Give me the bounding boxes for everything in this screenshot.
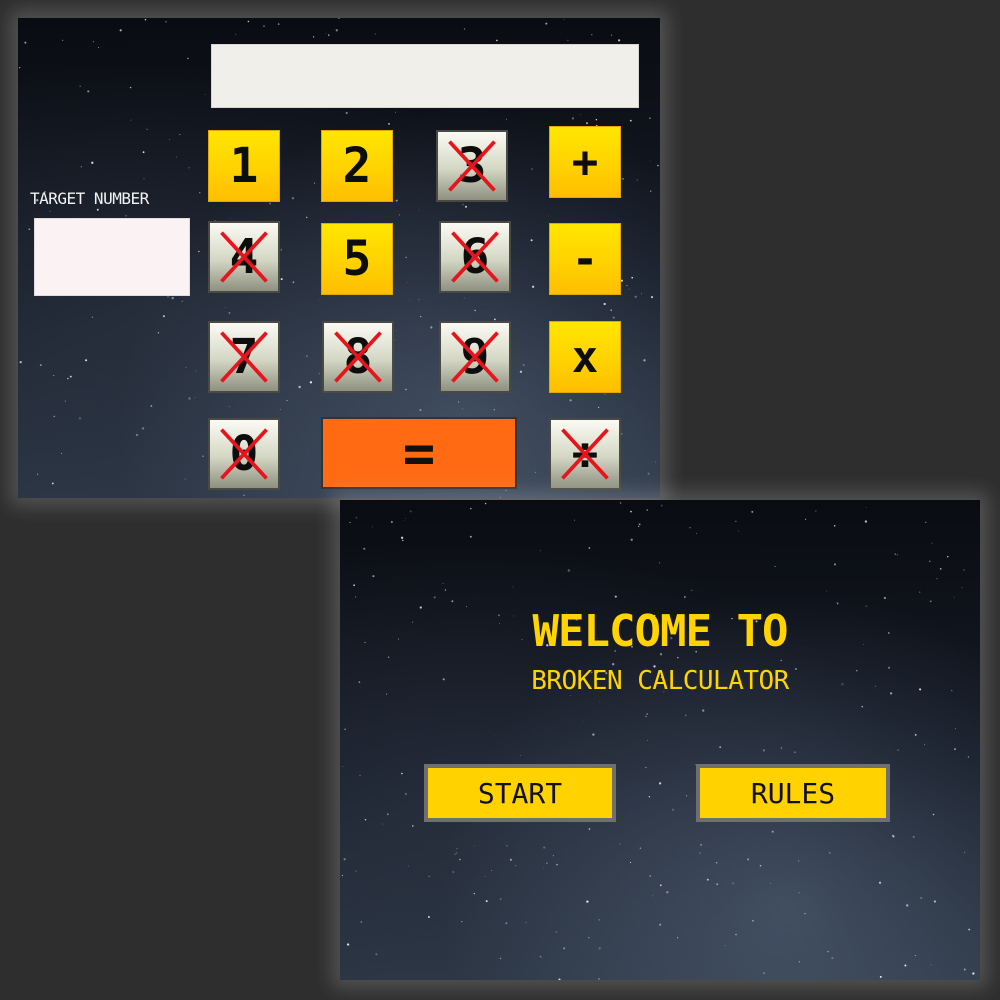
crossed-out-icon — [220, 231, 268, 283]
key-8-disabled: 8 — [322, 321, 394, 393]
key-6-disabled: 6 — [439, 221, 511, 293]
crossed-out-icon — [220, 331, 268, 383]
crossed-out-icon — [451, 331, 499, 383]
crossed-out-icon — [220, 428, 268, 480]
starfield-background — [341, 502, 975, 980]
welcome-subtitle: BROKEN CALCULATOR — [531, 666, 789, 696]
welcome-title: WELCOME TO — [532, 606, 789, 657]
crossed-out-icon — [334, 331, 382, 383]
key-minus[interactable]: - — [549, 223, 621, 295]
target-number-label: TARGET NUMBER — [30, 189, 149, 208]
key-9-disabled: 9 — [439, 321, 511, 393]
key-multiply[interactable]: x — [549, 321, 621, 393]
key-plus-label: + — [571, 136, 599, 188]
key-minus-label: - — [571, 233, 599, 285]
key-5-label: 5 — [342, 231, 372, 287]
target-number-box — [34, 218, 190, 296]
key-multiply-label: x — [571, 331, 599, 383]
key-1-label: 1 — [229, 138, 259, 194]
equals-label: = — [402, 421, 436, 485]
welcome-screen: WELCOME TO BROKEN CALCULATOR START RULES — [340, 500, 980, 980]
key-3-disabled: 3 — [436, 130, 508, 202]
key-1[interactable]: 1 — [208, 130, 280, 202]
crossed-out-icon — [448, 140, 496, 192]
key-4-disabled: 4 — [208, 221, 280, 293]
calculator-display — [211, 44, 639, 108]
key-plus[interactable]: + — [549, 126, 621, 198]
start-button[interactable]: START — [424, 764, 616, 822]
key-7-disabled: 7 — [208, 321, 280, 393]
key-divide-disabled: ÷ — [549, 418, 621, 490]
equals-button[interactable]: = — [321, 417, 517, 489]
key-5[interactable]: 5 — [321, 223, 393, 295]
rules-button[interactable]: RULES — [696, 764, 890, 822]
crossed-out-icon — [561, 428, 609, 480]
calculator-screen: TARGET NUMBER 1 2 3 + 4 5 6 - 7 8 9 x 0 … — [18, 18, 660, 498]
crossed-out-icon — [451, 231, 499, 283]
key-0-disabled: 0 — [208, 418, 280, 490]
key-2[interactable]: 2 — [321, 130, 393, 202]
key-2-label: 2 — [342, 138, 372, 194]
